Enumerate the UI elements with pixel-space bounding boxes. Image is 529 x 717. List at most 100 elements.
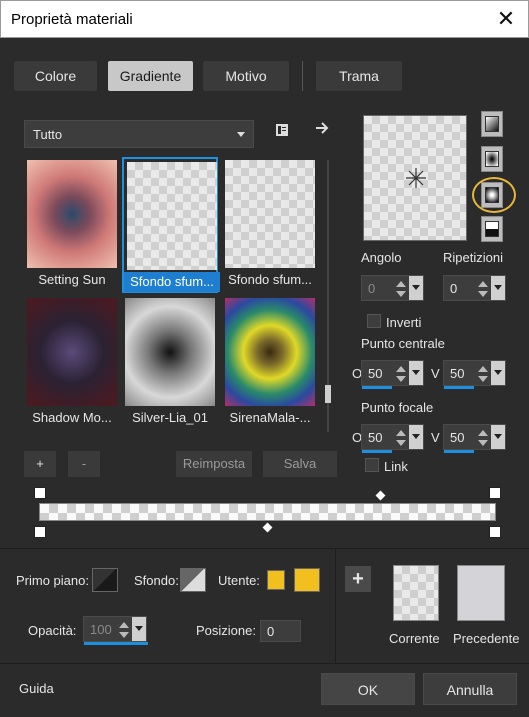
gradient-thumbnail [225, 160, 315, 268]
opacity-spinbox[interactable]: 100 [83, 616, 148, 645]
add-button[interactable]: + [24, 451, 56, 477]
opacity-stop-left[interactable] [34, 487, 46, 499]
gallery-item[interactable]: Silver-Lia_01 [122, 295, 218, 431]
category-dropdown[interactable]: Tutto [24, 120, 254, 148]
arrow-right-icon[interactable] [311, 120, 333, 142]
gallery-item-label: Sfondo sfum... [124, 272, 220, 292]
link-label: Link [384, 459, 408, 474]
opacity-level-bar [84, 642, 148, 645]
rectangular-gradient-icon [485, 151, 499, 167]
gallery-item[interactable]: Sfondo sfum... [222, 157, 318, 293]
gallery-item-label: Sfondo sfum... [228, 272, 312, 287]
spin-arrows-icon[interactable] [395, 279, 407, 299]
previous-swatch[interactable] [457, 565, 505, 621]
radial-style-button[interactable] [481, 216, 503, 242]
scrollbar-thumb[interactable] [325, 385, 331, 403]
tab-trama[interactable]: Trama [316, 61, 402, 91]
dropdown-arrow-icon[interactable] [409, 425, 423, 449]
repeats-label: Ripetizioni [443, 250, 503, 265]
center-v-label: V [431, 366, 440, 381]
gallery-item-label: Setting Sun [38, 272, 106, 287]
gradient-gallery: Setting Sun Sfondo sfum... Sfondo sfum..… [24, 157, 320, 433]
gallery-item[interactable]: Setting Sun [24, 157, 120, 293]
background-label: Sfondo: [134, 573, 179, 588]
center-point-label: Punto centrale [361, 336, 445, 351]
focal-v-spinbox[interactable]: 50 [443, 424, 506, 453]
position-value: 0 [267, 624, 275, 639]
spin-arrows-icon[interactable] [477, 428, 489, 448]
focal-o-spinbox[interactable]: 50 [361, 424, 424, 453]
window-title: Proprietà materiali [11, 11, 133, 28]
invert-label: Inverti [386, 315, 422, 330]
gallery-item[interactable]: Shadow Mo... [24, 295, 120, 431]
center-o-spinbox[interactable]: 50 [361, 360, 424, 389]
reset-button[interactable]: Reimposta [176, 451, 252, 477]
dropdown-arrow-icon[interactable] [409, 361, 423, 385]
tab-motivo[interactable]: Motivo [203, 61, 289, 91]
invert-checkbox[interactable] [367, 314, 381, 328]
help-link[interactable]: Guida [19, 681, 54, 696]
spin-arrows-icon[interactable] [477, 279, 489, 299]
linear-gradient-icon [485, 116, 499, 132]
focal-point-icon[interactable] [404, 166, 428, 190]
focal-o-level-bar [362, 450, 392, 453]
gallery-item-selected[interactable]: Sfondo sfum... [122, 157, 220, 293]
library-icon[interactable] [271, 122, 293, 144]
spin-arrows-icon[interactable] [395, 364, 407, 384]
dropdown-arrow-icon[interactable] [409, 276, 423, 300]
focal-point-label: Punto focale [361, 400, 434, 415]
color-stop-left[interactable] [34, 526, 46, 538]
color-stop-right[interactable] [489, 526, 501, 538]
focal-o-value: 50 [368, 430, 383, 445]
gallery-item[interactable]: SirenaMala-... [222, 295, 318, 431]
background-swatch[interactable] [180, 568, 206, 592]
gradient-thumbnail [27, 160, 117, 268]
cancel-button[interactable]: Annulla [423, 673, 517, 705]
foreground-swatch[interactable] [92, 568, 118, 592]
color-midpoint[interactable] [262, 522, 273, 533]
rectangular-style-button[interactable] [481, 146, 503, 172]
link-checkbox[interactable] [365, 458, 379, 472]
spin-arrows-icon[interactable] [118, 620, 130, 640]
focal-v-value: 50 [450, 430, 465, 445]
center-v-spinbox[interactable]: 50 [443, 360, 506, 389]
spin-arrows-icon[interactable] [477, 364, 489, 384]
dropdown-arrow-icon[interactable] [491, 361, 505, 385]
dropdown-arrow-icon[interactable] [491, 425, 505, 449]
position-input[interactable]: 0 [260, 620, 301, 642]
ok-button[interactable]: OK [321, 673, 415, 705]
gallery-item-label: SirenaMala-... [229, 410, 311, 425]
tab-divider [302, 61, 303, 91]
repeats-spinbox[interactable]: 0 [443, 275, 506, 301]
center-v-level-bar [444, 386, 474, 389]
gallery-scrollbar[interactable] [324, 160, 332, 432]
gradient-thumbnail [127, 162, 217, 270]
previous-label: Precedente [453, 631, 520, 646]
center-o-value: 50 [368, 366, 383, 381]
remove-button[interactable]: - [68, 451, 100, 477]
dropdown-arrow-icon[interactable] [491, 276, 505, 300]
gradient-bar[interactable] [39, 503, 496, 521]
gradient-thumbnail [225, 298, 315, 406]
user-color-swatch[interactable] [294, 568, 320, 592]
add-swatch-icon[interactable]: + [345, 566, 371, 592]
tab-colore[interactable]: Colore [14, 61, 97, 91]
dropdown-arrow-icon[interactable] [132, 617, 146, 641]
linear-style-button[interactable] [481, 111, 503, 137]
tab-gradiente[interactable]: Gradiente [108, 61, 193, 91]
gallery-item-label: Shadow Mo... [32, 410, 112, 425]
position-label: Posizione: [196, 623, 256, 638]
save-gradient-button[interactable]: Salva [263, 451, 337, 477]
close-icon[interactable]: ✕ [494, 7, 518, 31]
gradient-thumbnail [27, 298, 117, 406]
current-swatch[interactable] [393, 565, 439, 621]
section-divider [0, 548, 529, 549]
user-color-swatch-small[interactable] [267, 570, 285, 590]
user-label: Utente: [218, 573, 260, 588]
gradient-preview[interactable] [363, 115, 467, 241]
opacity-midpoint[interactable] [375, 490, 386, 501]
repeats-value: 0 [450, 281, 458, 296]
spin-arrows-icon[interactable] [395, 428, 407, 448]
opacity-stop-right[interactable] [489, 487, 501, 499]
angle-spinbox[interactable]: 0 [361, 275, 424, 301]
